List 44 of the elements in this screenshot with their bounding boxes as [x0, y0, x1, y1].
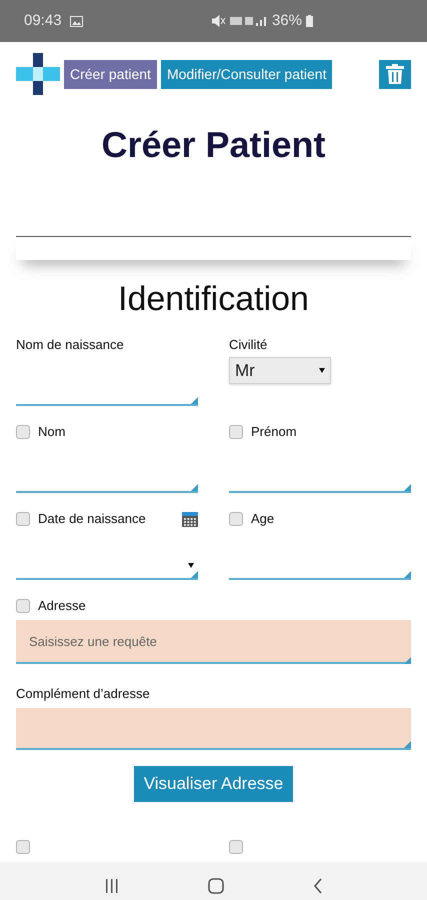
field-label: Complément d’adresse	[16, 685, 151, 703]
checkbox[interactable]	[229, 840, 243, 854]
page-title: Créer Patient	[100, 123, 327, 167]
back-icon[interactable]	[312, 878, 322, 894]
recent-apps-icon[interactable]	[104, 879, 118, 893]
civility-select[interactable]: Mr	[229, 357, 331, 384]
resize-handle-icon	[404, 741, 411, 748]
signal-icons	[212, 15, 268, 27]
medical-cross-logo	[16, 53, 60, 95]
field-label: Date de naissance	[38, 510, 146, 528]
delete-button[interactable]	[379, 60, 411, 88]
resize-handle-icon	[191, 571, 198, 578]
battery-percent: 36%	[272, 10, 302, 31]
section-title: Identification	[117, 279, 310, 320]
checkbox[interactable]	[16, 512, 30, 526]
checkbox[interactable]	[16, 840, 30, 854]
field-label: Nom de naissance	[16, 336, 124, 354]
resize-handle-icon	[404, 571, 411, 578]
field-label: Age	[251, 510, 274, 528]
nav-tab[interactable]: Modifier/Consulter patient	[160, 60, 332, 88]
field-label: Adresse	[38, 597, 86, 616]
status-time: 09:43	[24, 10, 62, 31]
visualize-address-button[interactable]: Visualiser Adresse	[134, 766, 294, 802]
calendar-icon[interactable]	[182, 511, 198, 527]
trash-icon	[386, 64, 404, 84]
nav-tab[interactable]: Créer patient	[64, 60, 157, 88]
checkbox[interactable]	[229, 425, 243, 439]
field-label: Nom	[38, 423, 66, 442]
field-label: Civilité	[229, 336, 268, 354]
caret-icon	[188, 563, 194, 568]
resize-handle-icon	[191, 484, 198, 491]
image-icon	[70, 16, 83, 26]
checkbox[interactable]	[16, 599, 30, 613]
resize-handle-icon	[404, 657, 411, 664]
checkbox[interactable]	[229, 512, 243, 526]
address-complement-field[interactable]	[16, 708, 411, 750]
checkbox[interactable]	[16, 425, 30, 439]
field-label: Prénom	[251, 423, 297, 442]
home-icon[interactable]	[208, 878, 224, 894]
resize-handle-icon	[404, 484, 411, 491]
caret-icon	[319, 368, 325, 373]
address-field[interactable]: Saisissez une requête	[16, 620, 411, 664]
battery-icon	[306, 15, 313, 27]
resize-handle-icon	[191, 397, 198, 404]
